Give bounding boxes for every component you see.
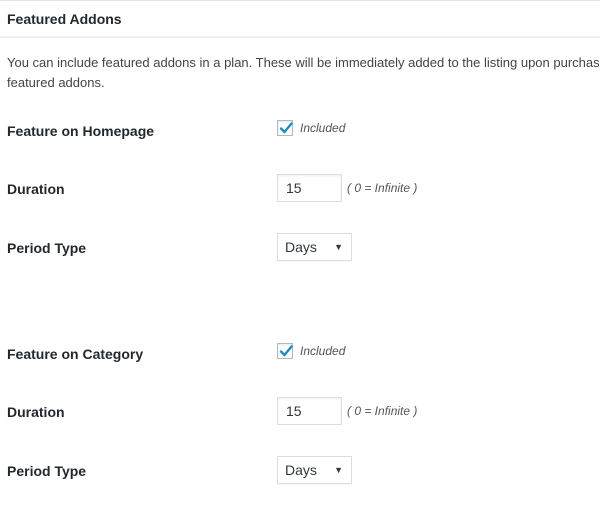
feature-homepage-row: Feature on Homepage Included [0,116,600,146]
period-homepage-row: Period Type Days ▼ [0,233,600,263]
duration-homepage-input[interactable] [277,174,342,202]
duration-category-hint: ( 0 = Infinite ) [347,404,418,418]
panel-title: Featured Addons [7,11,122,27]
checkmark-icon [279,345,293,357]
checkmark-icon [279,122,293,134]
panel-description: You can include featured addons in a pla… [7,55,600,90]
period-homepage-label: Period Type [7,240,87,256]
feature-category-included-label: Included [300,344,346,358]
duration-homepage-row: Duration ( 0 = Infinite ) [0,174,600,204]
panel-header: Featured Addons [0,1,600,38]
duration-homepage-hint: ( 0 = Infinite ) [347,181,418,195]
period-category-label: Period Type [7,463,87,479]
feature-category-checkbox[interactable] [277,343,293,359]
period-category-selected-value: Days [285,462,317,478]
period-category-select[interactable]: Days ▼ [277,456,352,484]
period-homepage-select[interactable]: Days ▼ [277,233,352,261]
period-category-row: Period Type Days ▼ [0,456,600,486]
duration-category-input[interactable] [277,397,342,425]
featured-addons-panel: Featured Addons You can include featured… [0,0,600,509]
chevron-down-icon: ▼ [334,242,343,252]
feature-homepage-label: Feature on Homepage [7,123,155,139]
feature-homepage-checkbox[interactable] [277,120,293,136]
feature-category-label: Feature on Category [7,346,144,362]
feature-category-row: Feature on Category Included [0,339,600,369]
duration-homepage-label: Duration [7,181,65,197]
duration-category-row: Duration ( 0 = Infinite ) [0,397,600,427]
chevron-down-icon: ▼ [334,465,343,475]
duration-category-label: Duration [7,404,65,420]
period-homepage-selected-value: Days [285,239,317,255]
feature-homepage-included-label: Included [300,121,346,135]
